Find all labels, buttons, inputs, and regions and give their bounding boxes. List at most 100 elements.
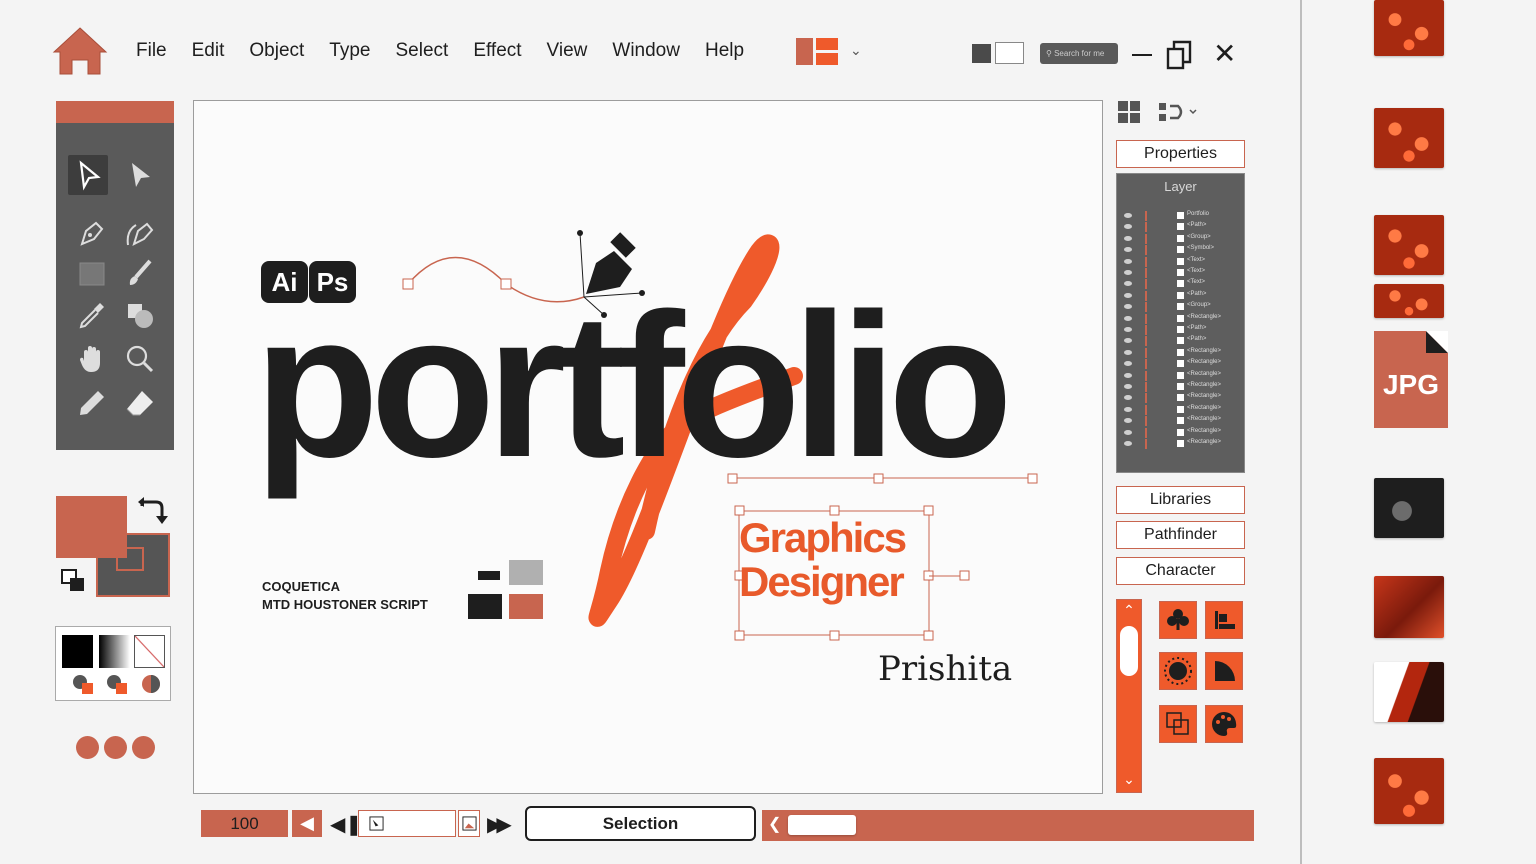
search-input[interactable]: ⚲ Search for me <box>1040 43 1118 64</box>
file-thumbnail[interactable] <box>1374 662 1444 722</box>
quarter-circle-button[interactable] <box>1205 652 1243 690</box>
visibility-eye-icon[interactable] <box>1124 361 1132 367</box>
libraries-tab[interactable]: Libraries <box>1116 486 1245 514</box>
file-thumbnail[interactable] <box>1374 215 1444 275</box>
hand-tool[interactable] <box>72 339 112 379</box>
visibility-eye-icon[interactable] <box>1124 304 1132 310</box>
palette-button[interactable] <box>1205 705 1243 743</box>
direct-selection-tool[interactable] <box>120 155 160 195</box>
tools-panel-header[interactable] <box>56 101 174 123</box>
zoom-level-field[interactable]: 100 <box>201 810 288 837</box>
layer-row[interactable]: Portfolio <box>1121 210 1235 221</box>
layer-row[interactable]: <Rectangle> <box>1121 347 1235 358</box>
minimize-button[interactable] <box>1132 54 1152 56</box>
layer-row[interactable]: <Rectangle> <box>1121 358 1235 370</box>
file-thumbnail[interactable] <box>1374 758 1444 824</box>
visibility-eye-icon[interactable] <box>1124 270 1132 275</box>
eraser-tool[interactable] <box>120 383 160 423</box>
visibility-eye-icon[interactable] <box>1124 235 1132 241</box>
visibility-eye-icon[interactable] <box>1124 327 1132 332</box>
home-icon[interactable] <box>52 26 108 76</box>
swap-colors-icon[interactable] <box>136 496 168 528</box>
menu-select[interactable]: Select <box>396 40 449 62</box>
eyedropper-tool[interactable] <box>72 295 112 335</box>
visibility-eye-icon[interactable] <box>1124 213 1132 218</box>
layer-row[interactable]: <Text> <box>1121 278 1235 290</box>
layer-row[interactable]: <Rectangle> <box>1121 392 1235 404</box>
file-thumbnail[interactable] <box>1374 478 1444 538</box>
character-tab[interactable]: Character <box>1116 557 1245 585</box>
file-thumbnail[interactable] <box>1374 0 1444 56</box>
layer-row[interactable]: <Group> <box>1121 301 1235 313</box>
layer-row[interactable]: <Path> <box>1121 335 1235 347</box>
chevron-up-icon[interactable]: ⌃ <box>1117 602 1141 619</box>
visibility-eye-icon[interactable] <box>1124 281 1132 287</box>
zoom-tool[interactable] <box>120 339 160 379</box>
file-thumbnail[interactable] <box>1374 108 1444 168</box>
layer-row[interactable]: <Rectangle> <box>1121 370 1235 381</box>
none-color-button[interactable] <box>134 635 165 668</box>
visibility-eye-icon[interactable] <box>1124 292 1132 298</box>
role-text[interactable]: Graphics Designer <box>739 516 907 604</box>
pen-tool[interactable] <box>72 213 112 253</box>
visibility-eye-icon[interactable] <box>1124 441 1132 446</box>
visibility-eye-icon[interactable] <box>1124 349 1132 355</box>
club-button[interactable] <box>1159 601 1197 639</box>
workspace-switcher[interactable]: ⌄ <box>796 38 868 68</box>
layer-row[interactable]: <Path> <box>1121 221 1235 233</box>
layer-row[interactable]: <Rectangle> <box>1121 415 1235 427</box>
layer-row[interactable]: <Group> <box>1121 233 1235 244</box>
align-button[interactable] <box>1205 601 1243 639</box>
layer-row[interactable]: <Rectangle> <box>1121 427 1235 438</box>
visibility-eye-icon[interactable] <box>1124 418 1132 424</box>
file-thumbnail[interactable] <box>1374 284 1444 318</box>
grid-view-icon[interactable] <box>1118 101 1140 123</box>
layer-row[interactable]: <Rectangle> <box>1121 313 1235 324</box>
file-thumbnail[interactable] <box>1374 576 1444 638</box>
menu-window[interactable]: Window <box>612 40 680 62</box>
visibility-eye-icon[interactable] <box>1124 338 1132 344</box>
layer-row[interactable]: <Path> <box>1121 290 1235 301</box>
visibility-eye-icon[interactable] <box>1124 315 1132 321</box>
designer-name[interactable]: Prishita <box>878 649 1012 689</box>
visibility-eye-icon[interactable] <box>1124 372 1132 378</box>
visibility-eye-icon[interactable] <box>1124 429 1132 435</box>
more-options-button[interactable] <box>76 736 155 759</box>
artboard[interactable]: Ai Ps portfolio COQUETICA MTD HOUSTONER … <box>193 100 1103 794</box>
light-view-toggle[interactable] <box>995 42 1024 64</box>
layer-row[interactable]: <Rectangle> <box>1121 404 1235 415</box>
visibility-eye-icon[interactable] <box>1124 224 1132 230</box>
close-button[interactable]: ✕ <box>1213 40 1236 68</box>
previous-artboard-button[interactable]: ◀ <box>292 810 322 837</box>
rectangle-tool[interactable] <box>72 253 112 293</box>
pencil-tool[interactable] <box>72 383 112 423</box>
chevron-left-icon[interactable]: ❮ <box>768 814 781 834</box>
layer-row[interactable]: <Rectangle> <box>1121 438 1235 449</box>
visibility-eye-icon[interactable] <box>1124 406 1132 412</box>
layer-row[interactable]: <Path> <box>1121 324 1235 335</box>
dark-view-toggle[interactable] <box>972 44 991 63</box>
restore-button[interactable] <box>1166 40 1192 70</box>
vertical-scrollbar[interactable]: ⌃ ⌄ <box>1116 599 1142 793</box>
menu-type[interactable]: Type <box>329 40 370 62</box>
brush-tool[interactable] <box>120 253 160 293</box>
menu-file[interactable]: File <box>136 40 167 62</box>
layer-row[interactable]: <Text> <box>1121 256 1235 267</box>
properties-tab[interactable]: Properties <box>1116 140 1245 168</box>
fill-color-swatch[interactable] <box>56 496 127 558</box>
sun-button[interactable] <box>1159 652 1197 690</box>
solid-color-button[interactable] <box>62 635 93 668</box>
overlap-button[interactable] <box>1159 705 1197 743</box>
menu-edit[interactable]: Edit <box>192 40 225 62</box>
menu-help[interactable]: Help <box>705 40 744 62</box>
artboard-navigator-field[interactable] <box>358 810 456 837</box>
curvature-tool[interactable] <box>120 213 160 253</box>
visibility-eye-icon[interactable] <box>1124 247 1132 253</box>
visibility-eye-icon[interactable] <box>1124 384 1132 389</box>
scrollbar-thumb[interactable] <box>788 815 856 835</box>
jpg-file[interactable]: JPG <box>1374 331 1448 428</box>
visibility-eye-icon[interactable] <box>1124 258 1132 264</box>
shape-builder-tool[interactable] <box>120 295 160 335</box>
next-artboard-button[interactable]: ▶▶ <box>487 812 512 837</box>
pathfinder-tab[interactable]: Pathfinder <box>1116 521 1245 549</box>
